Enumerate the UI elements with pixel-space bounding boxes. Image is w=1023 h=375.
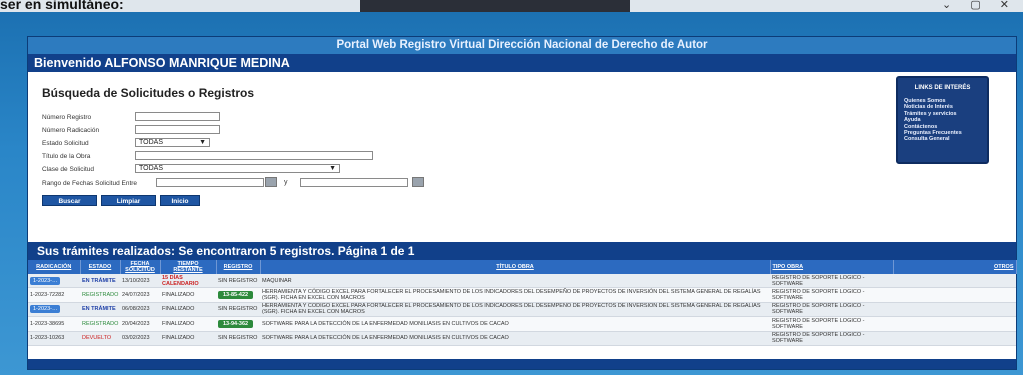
table-header-row: RADICACIÓN ESTADO FECHA SOLICITUD TIEMPO… [28,260,1017,274]
cell-otros [893,316,1016,332]
link-consulta-general[interactable]: Consulta General [904,136,981,142]
registro-link[interactable]: 13-85-422 [218,291,254,300]
portal-title: Portal Web Registro Virtual Dirección Na… [28,37,1016,54]
bottom-bar [28,359,1016,369]
cell-estado: REGISTRADO [80,287,120,303]
cell-tiempo: FINALIZADO [160,331,216,346]
limpiar-button[interactable]: Limpiar [101,195,156,206]
links-title: LINKS DE INTERÉS [914,85,971,91]
rango-fechas-text: Rango de Fechas Solicitud [42,180,120,187]
cell-registro: SIN REGISTRO [216,331,260,346]
window-controls[interactable]: ⌄ ▢ ✕ [942,0,1017,11]
cell-tipo: REGISTRO DE SOPORTE LOGICO - SOFTWARE [770,274,893,289]
cell-radicacion[interactable]: 1-2023-… [28,302,80,318]
cell-titulo: SOFTWARE PARA LA DETECCIÓN DE LA ENFERME… [260,316,770,332]
table-row: 1-2023-… EN TRÁMITE 13/10/2023 15 DÍAS C… [28,274,1016,289]
cell-otros [893,287,1016,303]
cell-otros [893,331,1016,346]
table-row: 1-2023-… EN TRÁMITE 06/08/2023 FINALIZAD… [28,302,1016,318]
portal-frame: Portal Web Registro Virtual Dirección Na… [27,36,1017,370]
fecha-hasta-input[interactable] [300,178,408,187]
cell-fecha: 24/07/2023 [120,287,160,303]
cell-otros [893,274,1016,289]
cell-fecha: 20/04/2023 [120,316,160,332]
cell-radicacion: 1-2023-10263 [28,331,80,346]
cell-titulo: SOFTWARE PARA LA DETECCIÓN DE LA ENFERME… [260,331,770,346]
cell-otros [893,302,1016,318]
calendar-icon[interactable] [412,177,424,187]
cell-titulo: HERRAMIENTA Y CÓDIGO EXCEL PARA FORTALEC… [260,287,770,303]
cell-tipo: REGISTRO DE SOPORTE LOGICO - SOFTWARE [770,331,893,346]
header-estado[interactable]: ESTADO [80,260,121,274]
cell-estado: EN TRÁMITE [80,302,120,318]
cell-registro: SIN REGISTRO [216,274,260,289]
clase-solicitud-value: TODAS [139,165,163,172]
table-row: 1-2023-10263 DEVUELTO 03/02/2023 FINALIZ… [28,331,1016,346]
header-fecha[interactable]: FECHA SOLICITUD [120,260,161,274]
table-row: 1-2023-38695 REGISTRADO 20/04/2023 FINAL… [28,316,1016,332]
radicacion-link[interactable]: 1-2023-… [30,305,61,314]
chevron-down-icon: ▼ [199,139,206,146]
cell-radicacion[interactable]: 1-2023-… [28,274,80,289]
label-numero-radicacion: Número Radicación [42,127,100,134]
cell-tiempo: FINALIZADO [160,302,216,318]
radicacion-link[interactable]: 1-2023-… [30,276,61,285]
label-clase-solicitud: Clase de Solicitud [42,166,95,173]
numero-registro-input[interactable] [135,112,220,121]
cell-titulo: MAQUINAR [260,274,770,289]
cell-tipo: REGISTRO DE SOPORTE LOGICO - SOFTWARE [770,287,893,303]
header-tiempo: TIEMPO RESTANTE [160,260,217,274]
cell-registro[interactable]: 13-94-362 [216,316,260,332]
label-rango-fechas: Rango de Fechas Solicitud Entre [42,180,137,187]
cell-fecha: 13/10/2023 [120,274,160,289]
cell-estado: DEVUELTO [80,331,120,346]
header-titulo[interactable]: TÍTULO OBRA [260,260,771,274]
header-registro[interactable]: REGISTRO [216,260,261,274]
cell-fecha: 03/02/2023 [120,331,160,346]
cell-tiempo: FINALIZADO [160,287,216,303]
header-otros: OTROS [893,260,1017,274]
cell-tipo: REGISTRO DE SOPORTE LOGICO - SOFTWARE [770,316,893,332]
chevron-down-icon: ▼ [329,165,336,172]
browser-tab-bar [360,0,630,12]
table-row: 1-2023-72282 REGISTRADO 24/07/2023 FINAL… [28,287,1016,303]
cell-tiempo: 15 DÍAS CALENDARIO [160,274,216,289]
numero-radicacion-input[interactable] [135,125,220,134]
results-title: Sus trámites realizados: Se encontraron … [28,242,1016,260]
label-numero-registro: Número Registro [42,114,92,121]
header-tipo[interactable]: TIPO OBRA [770,260,894,274]
label-titulo-obra: Título de la Obra [42,153,91,160]
buscar-button[interactable]: Buscar [42,195,97,206]
header-radicacion[interactable]: RADICACIÓN [28,260,81,274]
estado-solicitud-select[interactable]: TODAS ▼ [135,138,210,147]
cell-titulo: HERRAMIENTA Y CÓDIGO EXCEL PARA FORTALEC… [260,302,770,318]
calendar-icon[interactable] [265,177,277,187]
results-table: RADICACIÓN ESTADO FECHA SOLICITUD TIEMPO… [28,260,1017,346]
clase-solicitud-select[interactable]: TODAS ▼ [135,164,340,173]
cell-registro[interactable]: 13-85-422 [216,287,260,303]
browser-caption: ser en simultáneo: [0,0,124,12]
cell-estado: EN TRÁMITE [80,274,120,289]
cell-registro: SIN REGISTRO [216,302,260,318]
label-estado-solicitud: Estado Solicitud [42,140,89,147]
cell-tipo: REGISTRO DE SOPORTE LOGICO - SOFTWARE [770,302,893,318]
cell-estado: REGISTRADO [80,316,120,332]
search-title: Búsqueda de Solicitudes o Registros [42,86,255,100]
search-panel: Búsqueda de Solicitudes o Registros Núme… [28,72,1016,242]
registro-link[interactable]: 13-94-362 [218,319,254,328]
links-panel: LINKS DE INTERÉS Quienes Somos Noticias … [896,76,989,164]
cell-radicacion: 1-2023-38695 [28,316,80,332]
entre-text: Entre [121,180,138,187]
cell-tiempo: FINALIZADO [160,316,216,332]
cell-fecha: 06/08/2023 [120,302,160,318]
fecha-desde-input[interactable] [156,178,264,187]
estado-solicitud-value: TODAS [139,139,163,146]
inicio-button[interactable]: Inicio [160,195,200,206]
welcome-banner: Bienvenido ALFONSO MANRIQUE MEDINA [28,54,1016,72]
titulo-obra-input[interactable] [135,151,373,160]
cell-radicacion: 1-2023-72282 [28,287,80,303]
y-text: y [284,179,288,186]
